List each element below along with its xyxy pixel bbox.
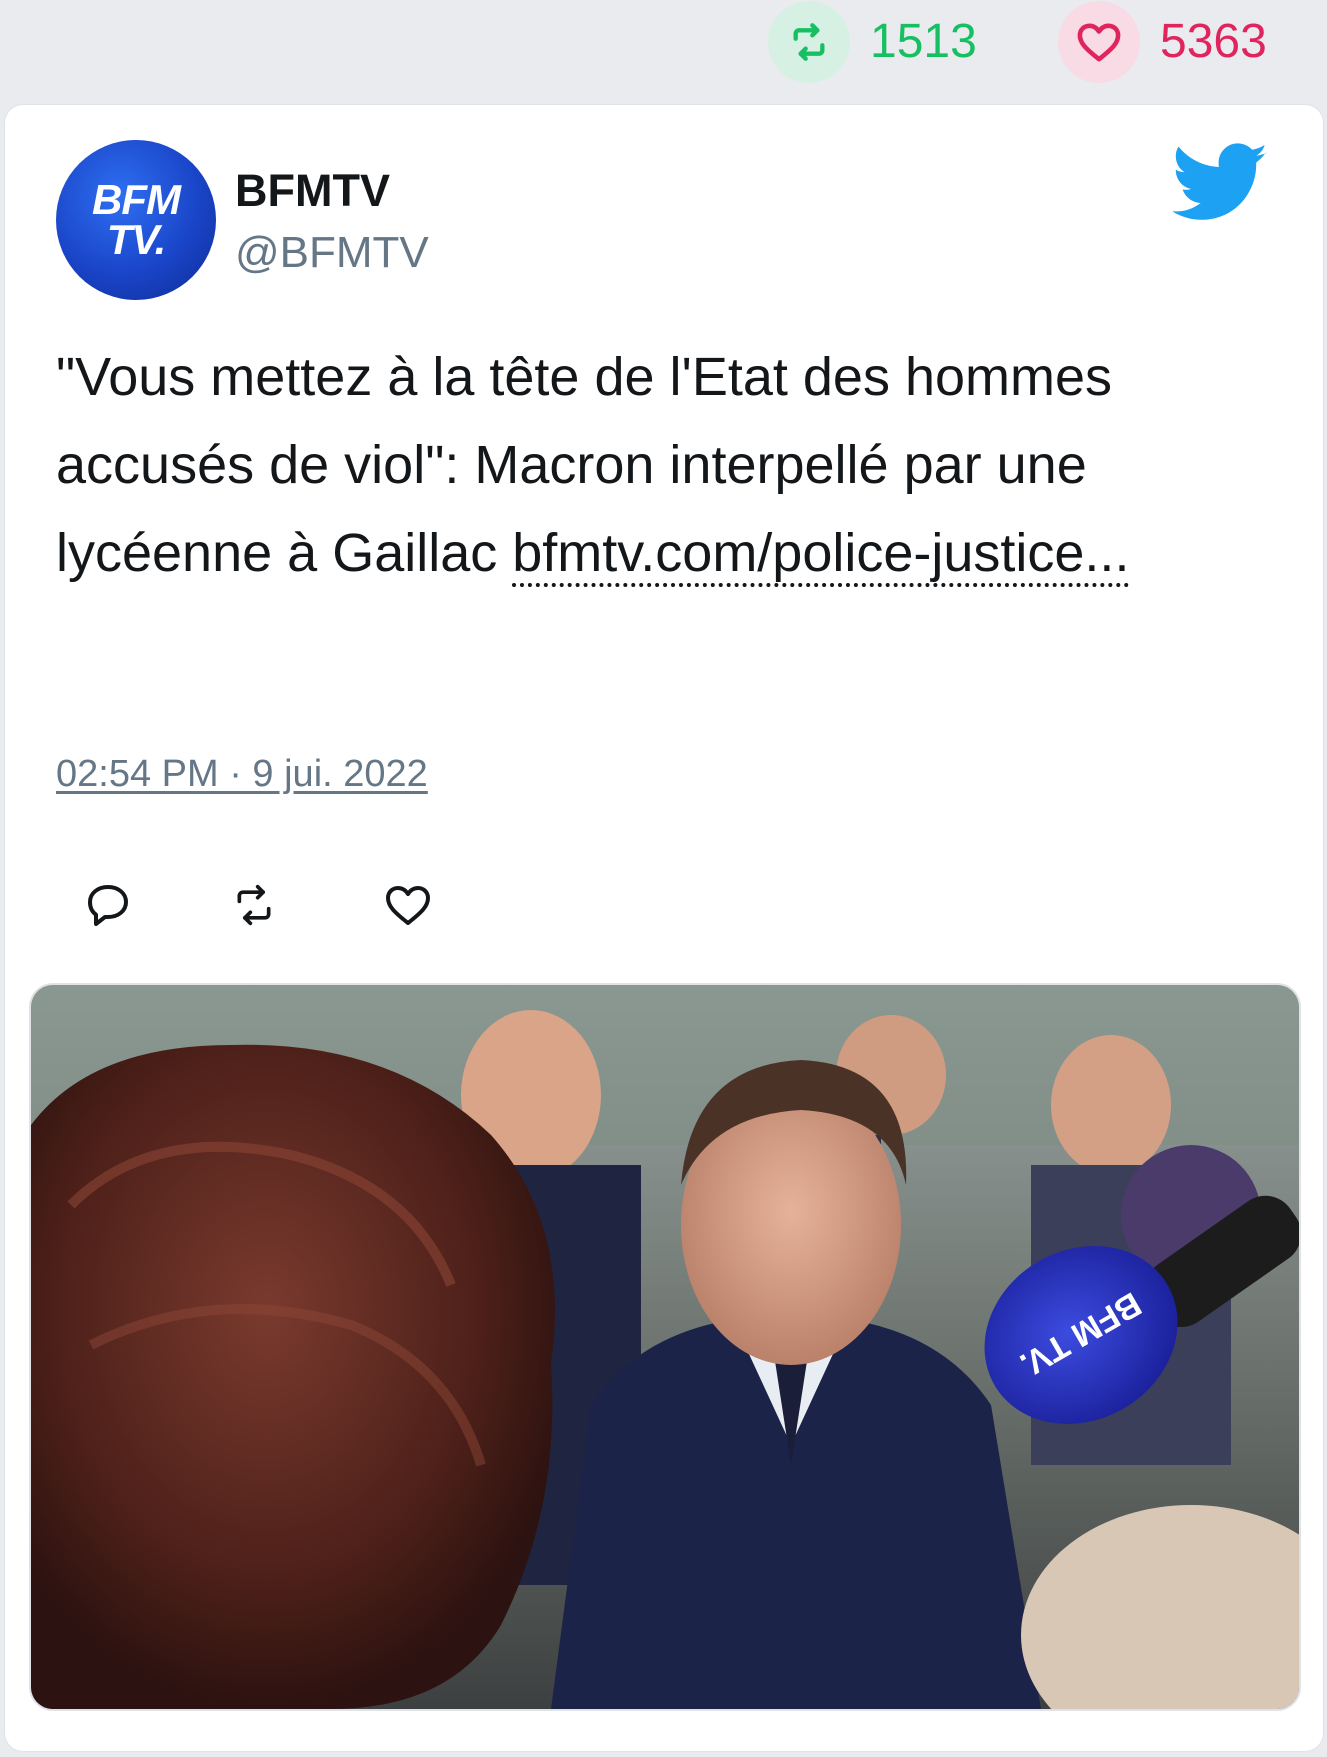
avatar[interactable]: BFM TV.	[56, 140, 216, 300]
like-button[interactable]	[378, 875, 438, 935]
foreground-person-hair	[31, 1044, 555, 1709]
tweet-card: BFM TV. BFMTV @BFMTV "Vous mettez à la t…	[5, 105, 1323, 1751]
tweet-timestamp[interactable]: 02:54 PM · 9 jui. 2022	[56, 753, 428, 796]
like-count: 5363	[1160, 15, 1267, 68]
retweet-icon	[237, 884, 271, 926]
like-stat[interactable]: 5363	[1058, 1, 1267, 83]
tweet-media-image[interactable]: BFM TV.	[29, 983, 1301, 1711]
author-handle[interactable]: @BFMTV	[235, 228, 429, 278]
tweet-text: "Vous mettez à la tête de l'Etat des hom…	[56, 333, 1256, 597]
reply-button[interactable]	[78, 875, 138, 935]
retweet-icon[interactable]	[768, 1, 850, 83]
avatar-text-line2: TV.	[106, 216, 166, 263]
retweet-button[interactable]	[224, 875, 284, 935]
engagement-stats-bar: 1513 5363	[0, 0, 1327, 105]
heart-icon	[386, 886, 430, 925]
avatar-text-line1: BFM	[92, 176, 181, 223]
twitter-bird-icon[interactable]	[1171, 143, 1269, 228]
reply-icon	[88, 885, 128, 926]
tweet-link[interactable]: bfmtv.com/police-justice...	[512, 523, 1130, 587]
heart-icon[interactable]	[1058, 1, 1140, 83]
retweet-count: 1513	[870, 15, 977, 68]
retweet-stat[interactable]: 1513	[768, 1, 977, 83]
author-display-name[interactable]: BFMTV	[235, 165, 390, 217]
